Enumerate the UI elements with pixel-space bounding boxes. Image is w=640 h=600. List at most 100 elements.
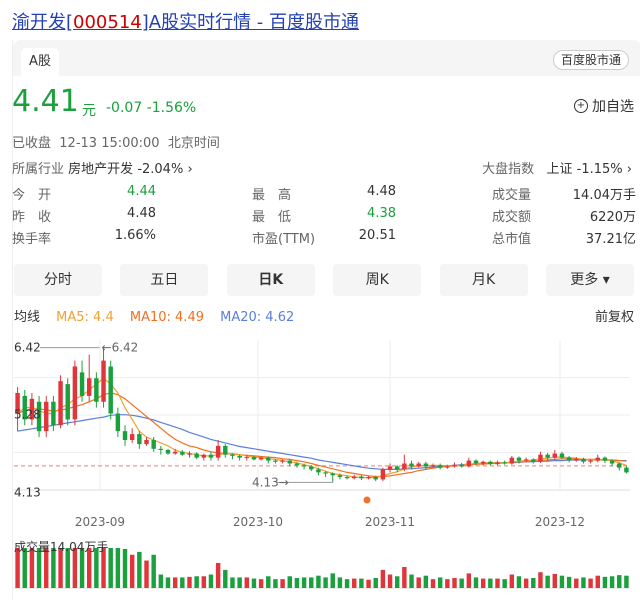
candle-body (294, 463, 300, 466)
candle-body (187, 453, 192, 455)
candle-body (595, 457, 600, 461)
candle-body (502, 462, 507, 464)
ma5-value: MA5: 4.4 (56, 310, 114, 325)
title-suffix: ]A股实时行情 - 百度股市通 (141, 12, 360, 33)
tab-period[interactable]: 更多 ▾ (546, 264, 634, 296)
candle-body (144, 440, 149, 445)
volume-bar (258, 579, 264, 588)
volume-bar (187, 576, 192, 588)
plus-circle-icon: + (574, 99, 588, 113)
candle-body (65, 384, 70, 420)
volume-bar (122, 548, 128, 588)
volume-bar (144, 560, 149, 588)
kline-chart[interactable]: 6.42 5.28 4.13 ←6.42 4.13→ 2023-09 2023-10 2023… (0, 330, 640, 600)
candle-body (129, 434, 135, 440)
x-axis-label: 2023-10 (233, 515, 283, 529)
candle-body (423, 463, 429, 467)
stats-row: 今 开 4.44 最 高 4.48 成交量 14.04万手 (12, 184, 636, 206)
candle-body (452, 464, 457, 467)
add-watchlist-button[interactable]: + 加自选 (574, 96, 634, 116)
volume-bar (602, 576, 608, 588)
candle-body (352, 476, 357, 479)
volume-bar (495, 578, 500, 588)
volume-bar (502, 579, 507, 588)
candle-body (602, 457, 608, 461)
volume-bar (301, 577, 307, 588)
candle-body (523, 459, 529, 461)
tab-period[interactable]: 日K (226, 264, 315, 296)
stat-label: 总市值 (492, 232, 532, 247)
candle-body (545, 454, 550, 458)
volume-bar (180, 577, 185, 588)
volume-bar (280, 579, 285, 588)
candle-body (559, 453, 565, 458)
candle-body (108, 366, 113, 414)
candle-body (416, 463, 421, 467)
candle-body (330, 473, 335, 476)
candle-body (79, 372, 85, 396)
candle-body (588, 460, 593, 462)
volume-bar (394, 576, 400, 588)
ma10-value: MA10: 4.49 (129, 310, 204, 325)
volume-bar (559, 575, 565, 588)
candle-body (215, 445, 221, 458)
page-title-link[interactable]: 渝开发[000514]A股实时行情 - 百度股市通 (12, 8, 359, 34)
candle-body (409, 463, 414, 467)
stats-row: 昨 收 4.48 最 低 4.38 成交额 6220万 (12, 206, 636, 228)
volume-bar (251, 578, 257, 588)
market-index-label: 大盘指数 (482, 162, 535, 177)
x-axis-label: 2023-11 (365, 515, 415, 529)
candle-body (488, 461, 493, 465)
candle-body (437, 465, 443, 468)
event-dot (363, 496, 371, 504)
tab-period[interactable]: 月K (439, 264, 528, 296)
market-index-link[interactable]: 大盘指数 上证 -1.15% › (482, 158, 632, 177)
candle-body (430, 465, 436, 467)
volume-bar (223, 569, 228, 588)
tab-period[interactable]: 五日 (120, 264, 209, 296)
volume-bar (452, 578, 457, 588)
candle-body (194, 453, 199, 458)
tab-period[interactable]: 分时 (14, 264, 102, 296)
stat-value: 37.21亿 (585, 232, 636, 247)
volume-bar (316, 575, 321, 588)
volume-bar (531, 578, 536, 588)
volume-bar (437, 577, 443, 588)
candle-body (165, 450, 171, 454)
change-value: -0.07 (106, 100, 143, 116)
volume-bar (230, 577, 235, 588)
volume-bar (165, 577, 171, 588)
stat-value: 4.48 (127, 206, 156, 221)
volume-bar (595, 575, 600, 588)
volume-bar (416, 577, 421, 588)
volume-bar (552, 573, 558, 588)
candle-body (137, 434, 142, 445)
stat-label: 最 高 (252, 188, 292, 203)
volume-bar (566, 576, 572, 588)
stat-value: 1.66% (114, 228, 156, 243)
tab-a-share[interactable]: A股 (21, 48, 59, 76)
volume-bar (609, 576, 615, 588)
y-axis-label: 6.42 (14, 341, 41, 355)
volume-bar (516, 576, 522, 588)
tab-period[interactable]: 周K (333, 264, 422, 296)
candle-body (380, 469, 386, 480)
stats-row: 换手率 1.66% 市盈(TTM) 20.51 总市值 37.21亿 (12, 228, 636, 250)
stat-label: 换手率 (12, 232, 52, 247)
industry-link[interactable]: 所属行业 房地产开发 -2.04% › (12, 158, 193, 177)
volume-bar (309, 577, 314, 588)
restore-toggle[interactable]: 前复权 (595, 306, 634, 325)
brand-badge[interactable]: 百度股市通 (552, 50, 629, 70)
stat-value: 4.48 (367, 184, 396, 199)
industry-name: 房地产开发 (68, 162, 134, 177)
candle-body (287, 460, 292, 464)
ma20-value: MA20: 4.62 (220, 310, 295, 325)
volume-bar (330, 573, 335, 588)
volume-bar (352, 578, 357, 588)
volume-bar (523, 578, 529, 588)
period-tabs: 分时 五日 日K 周K 月K 更多 ▾ (14, 264, 634, 296)
candle-body (94, 378, 99, 402)
candle-body (538, 454, 543, 462)
volume-bar (423, 575, 429, 588)
volume-bar (194, 576, 199, 588)
